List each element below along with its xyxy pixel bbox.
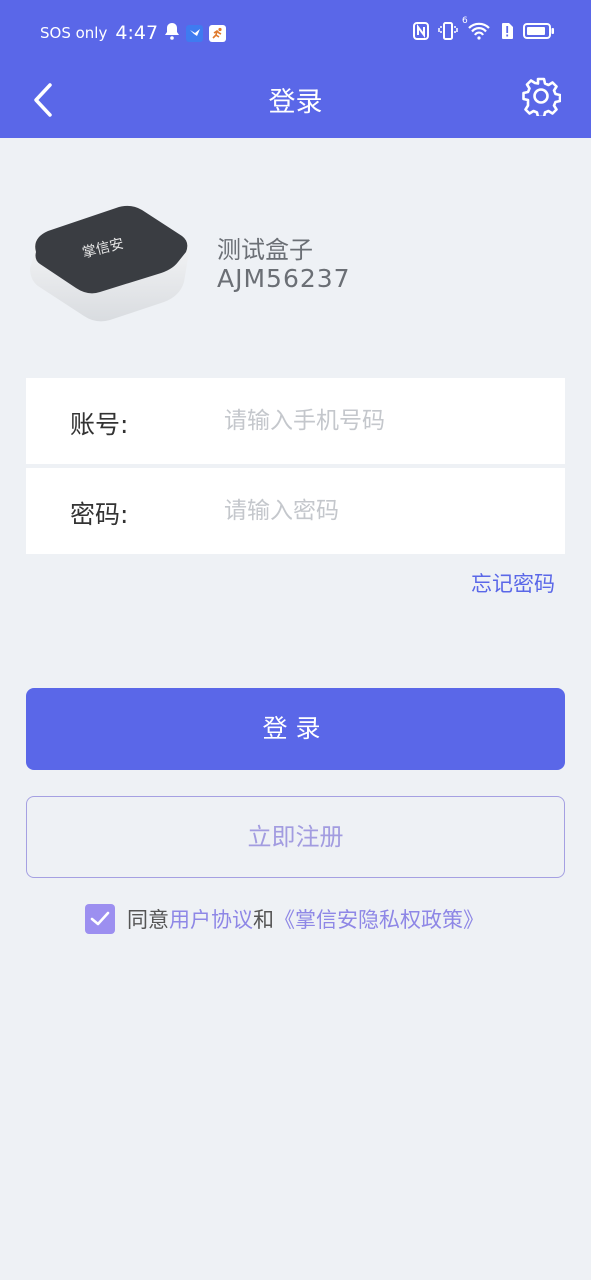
gear-icon (522, 77, 562, 119)
register-button[interactable]: 立即注册 (26, 796, 565, 878)
device-name: 测试盒子 (217, 236, 313, 264)
status-bar: SOS only 4:47 6 (0, 0, 591, 66)
wifi-6-icon: 6 (462, 16, 491, 44)
user-agreement-link[interactable]: 用户协议 (169, 904, 253, 934)
agreement-checkbox[interactable] (85, 904, 115, 934)
page-title: 登录 (268, 87, 323, 118)
wifi-6-label: 6 (462, 16, 468, 26)
phone-number-input[interactable] (224, 400, 544, 442)
battery-icon (523, 22, 555, 44)
navigation-bar: 登录 (0, 66, 591, 138)
nfc-icon (413, 22, 429, 44)
settings-button[interactable] (521, 76, 562, 119)
password-row: 密码: (26, 468, 565, 554)
carrier-text: SOS only (40, 24, 108, 42)
agree-conjunction: 和 (253, 908, 274, 932)
account-row: 账号: (26, 378, 565, 464)
agree-prefix: 同意 (127, 908, 169, 932)
checkmark-icon (90, 911, 110, 926)
privacy-policy-link[interactable]: 《掌信安隐私权政策》 (274, 904, 484, 934)
feishu-app-icon (186, 24, 204, 42)
vibrate-icon (438, 22, 458, 44)
password-label: 密码: (70, 500, 129, 529)
sim-alert-icon (500, 22, 514, 44)
clock: 4:47 (115, 22, 159, 44)
login-button[interactable]: 登录 (26, 688, 565, 770)
top-bar: SOS only 4:47 6 登录 (0, 0, 591, 138)
runner-app-icon (209, 24, 227, 42)
forgot-password-link[interactable]: 忘记密码 (471, 568, 555, 598)
account-label: 账号: (70, 410, 129, 439)
device-id: AJM56237 (217, 264, 351, 293)
password-input[interactable] (224, 490, 544, 532)
bell-icon (164, 22, 180, 44)
agreement-row: 同意 用户协议 和 《掌信安隐私权政策》 (85, 904, 484, 934)
device-image: 掌信安 (26, 200, 191, 325)
